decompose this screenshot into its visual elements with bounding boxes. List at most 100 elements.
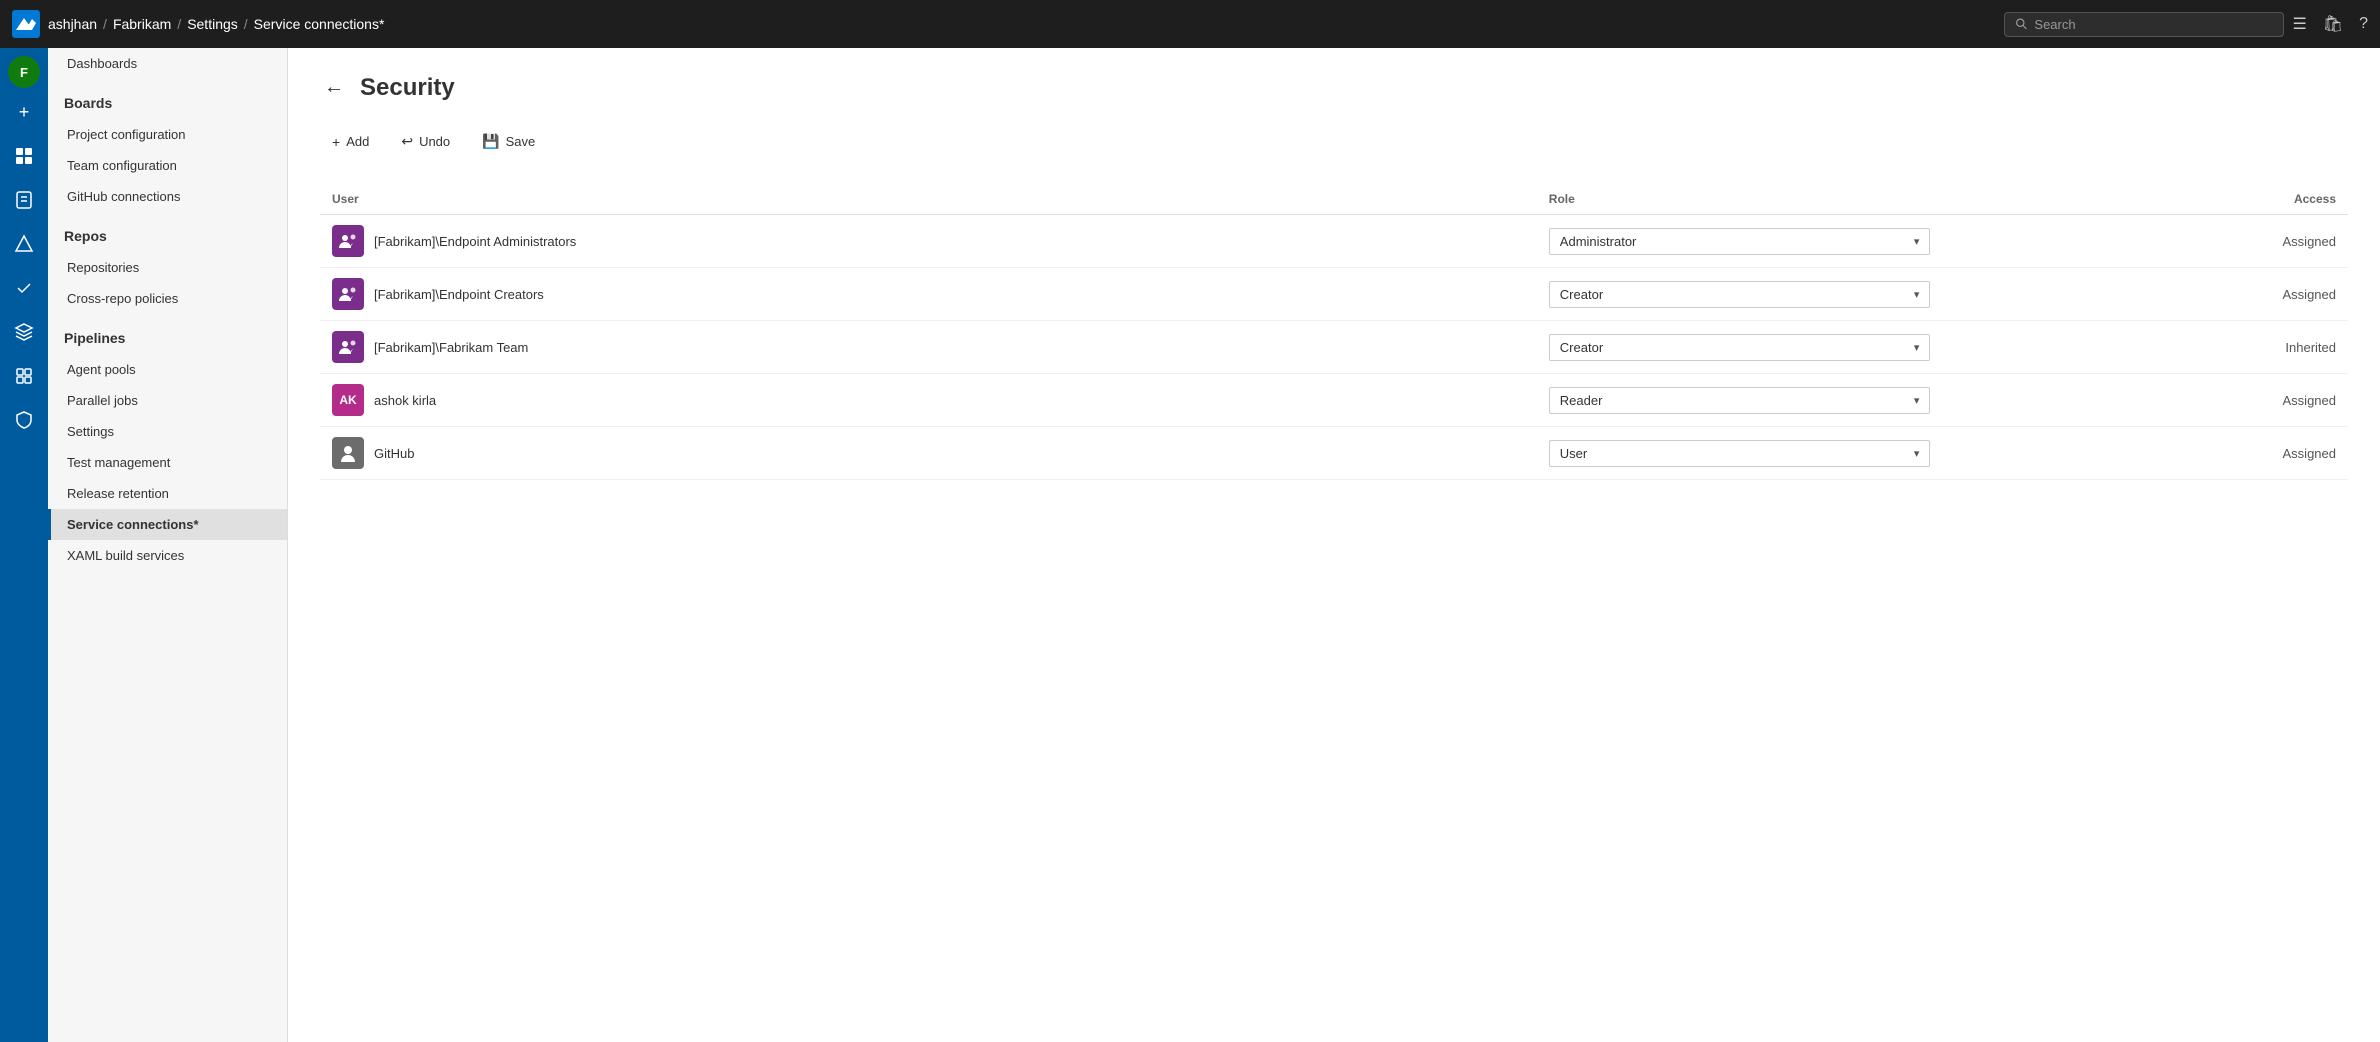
sidebar-item-settings[interactable]: Settings [48, 416, 287, 447]
role-cell: Administrator ▾ [1537, 215, 1943, 268]
user-name: ashok kirla [374, 393, 436, 408]
topbar: ashjhan / Fabrikam / Settings / Service … [0, 0, 2380, 48]
sidebar-item-github-connections[interactable]: GitHub connections [48, 181, 287, 212]
access-cell: Assigned [1942, 374, 2348, 427]
sidebar: Dashboards Boards Project configuration … [48, 48, 288, 1042]
role-select[interactable]: Administrator ▾ [1549, 228, 1931, 255]
table-row: [Fabrikam]\Fabrikam Team Creator ▾ Inher… [320, 321, 2348, 374]
user-avatar [332, 331, 364, 363]
user-cell: [Fabrikam]\Endpoint Administrators [320, 215, 1537, 268]
access-cell: Assigned [1942, 215, 2348, 268]
chevron-down-icon: ▾ [1914, 235, 1920, 248]
sidebar-item-team-config[interactable]: Team configuration [48, 150, 287, 181]
activity-security[interactable] [4, 400, 44, 440]
col-header-role: Role [1537, 184, 1943, 215]
undo-button[interactable]: ↩ Undo [389, 127, 462, 156]
search-box[interactable] [2004, 12, 2284, 37]
activity-testplans[interactable] [4, 268, 44, 308]
breadcrumb-project[interactable]: Fabrikam [113, 16, 171, 32]
user-cell: [Fabrikam]\Endpoint Creators [320, 268, 1537, 321]
sidebar-item-project-config[interactable]: Project configuration [48, 119, 287, 150]
notifications-icon[interactable]: ☰ [2292, 14, 2306, 34]
sidebar-item-service-connections[interactable]: Service connections* [48, 509, 287, 540]
back-button[interactable]: ← [320, 72, 348, 103]
topbar-icons: ☰ 🛍 ? [2292, 14, 2368, 34]
add-icon: + [332, 134, 340, 150]
chevron-down-icon: ▾ [1914, 288, 1920, 301]
sidebar-item-dashboards[interactable]: Dashboards [48, 48, 287, 79]
sidebar-section-repos: Repos [48, 212, 287, 252]
sidebar-item-cross-repo[interactable]: Cross-repo policies [48, 283, 287, 314]
user-name: GitHub [374, 446, 414, 461]
role-value: Creator [1560, 340, 1603, 355]
page-title: Security [360, 74, 455, 102]
user-avatar [332, 225, 364, 257]
search-icon [2015, 17, 2028, 31]
sidebar-item-repositories[interactable]: Repositories [48, 252, 287, 283]
user-name: [Fabrikam]\Fabrikam Team [374, 340, 528, 355]
breadcrumb-current[interactable]: Service connections* [254, 16, 385, 32]
save-button[interactable]: 💾 Save [470, 127, 547, 156]
help-icon[interactable]: ? [2359, 15, 2368, 33]
user-cell: [Fabrikam]\Fabrikam Team [320, 321, 1537, 374]
role-value: Administrator [1560, 234, 1637, 249]
activity-pipelines[interactable] [4, 224, 44, 264]
chevron-down-icon: ▾ [1914, 394, 1920, 407]
role-cell: Creator ▾ [1537, 321, 1943, 374]
activity-repos[interactable] [4, 180, 44, 220]
access-cell: Assigned [1942, 427, 2348, 480]
role-cell: Reader ▾ [1537, 374, 1943, 427]
activity-artifacts[interactable] [4, 312, 44, 352]
activity-bar: F + [0, 48, 48, 1042]
table-row: AK ashok kirla Reader ▾ Assigned [320, 374, 2348, 427]
table-row: [Fabrikam]\Endpoint Creators Creator ▾ A… [320, 268, 2348, 321]
activity-boards[interactable] [4, 136, 44, 176]
col-header-access: Access [1942, 184, 2348, 215]
undo-icon: ↩ [401, 133, 413, 150]
user-cell: GitHub [320, 427, 1537, 480]
search-input[interactable] [2034, 17, 2273, 32]
role-value: Creator [1560, 287, 1603, 302]
page-header: ← Security [320, 72, 2348, 103]
chevron-down-icon: ▾ [1914, 341, 1920, 354]
project-avatar[interactable]: F [8, 56, 40, 88]
sidebar-section-boards: Boards [48, 79, 287, 119]
role-cell: User ▾ [1537, 427, 1943, 480]
role-select[interactable]: Creator ▾ [1549, 334, 1931, 361]
col-header-user: User [320, 184, 1537, 215]
table-row: GitHub User ▾ Assigned [320, 427, 2348, 480]
basket-icon[interactable]: 🛍 [2323, 14, 2343, 34]
user-name: [Fabrikam]\Endpoint Creators [374, 287, 544, 302]
role-cell: Creator ▾ [1537, 268, 1943, 321]
security-table: User Role Access [Fabrikam]\Endpoint Adm… [320, 184, 2348, 480]
chevron-down-icon: ▾ [1914, 447, 1920, 460]
access-cell: Assigned [1942, 268, 2348, 321]
user-avatar [332, 278, 364, 310]
add-button[interactable]: + Add [320, 128, 381, 156]
sidebar-item-test-management[interactable]: Test management [48, 447, 287, 478]
role-value: User [1560, 446, 1587, 461]
role-select[interactable]: Creator ▾ [1549, 281, 1931, 308]
breadcrumb-org[interactable]: ashjhan [48, 16, 97, 32]
activity-extensions[interactable] [4, 356, 44, 396]
role-value: Reader [1560, 393, 1603, 408]
access-cell: Inherited [1942, 321, 2348, 374]
breadcrumb-settings[interactable]: Settings [187, 16, 238, 32]
role-select[interactable]: Reader ▾ [1549, 387, 1931, 414]
sidebar-section-pipelines: Pipelines [48, 314, 287, 354]
role-select[interactable]: User ▾ [1549, 440, 1931, 467]
main-content: ← Security + Add ↩ Undo 💾 Save User Role… [288, 48, 2380, 1042]
sidebar-item-release-retention[interactable]: Release retention [48, 478, 287, 509]
user-avatar: AK [332, 384, 364, 416]
user-name: [Fabrikam]\Endpoint Administrators [374, 234, 576, 249]
table-row: [Fabrikam]\Endpoint Administrators Admin… [320, 215, 2348, 268]
breadcrumb: ashjhan / Fabrikam / Settings / Service … [48, 16, 1996, 32]
azure-devops-logo [12, 10, 40, 38]
sidebar-item-agent-pools[interactable]: Agent pools [48, 354, 287, 385]
activity-add[interactable]: + [4, 92, 44, 132]
sidebar-item-xaml-build[interactable]: XAML build services [48, 540, 287, 571]
sidebar-item-parallel-jobs[interactable]: Parallel jobs [48, 385, 287, 416]
save-icon: 💾 [482, 133, 499, 150]
toolbar: + Add ↩ Undo 💾 Save [320, 127, 2348, 164]
user-cell: AK ashok kirla [320, 374, 1537, 427]
